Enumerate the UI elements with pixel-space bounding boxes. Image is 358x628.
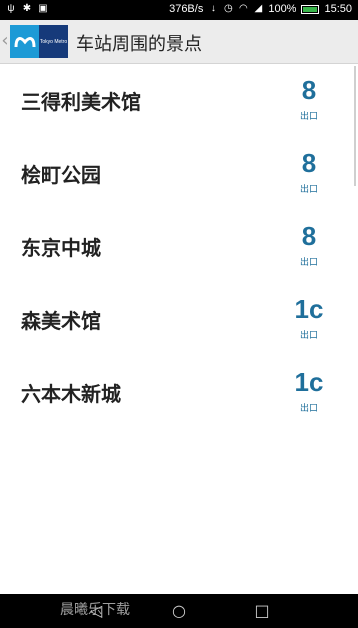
exit-number: 8 xyxy=(301,221,317,251)
metro-m-icon xyxy=(14,36,35,47)
exit-label: 出口 xyxy=(299,404,318,414)
attractions-list: 三得利美术馆 8 出口 桧町公园 8 出口 东京中城 8 出口 森美术馆 1c … xyxy=(0,64,358,429)
attraction-name: 桧町公园 xyxy=(21,163,101,187)
clock: 15:50 xyxy=(324,3,352,15)
exit-label: 出口 xyxy=(299,112,318,122)
attraction-name: 森美术馆 xyxy=(21,309,101,333)
watermark: 晨曦乐下载 xyxy=(60,602,130,618)
attraction-name: 六本木新城 xyxy=(21,382,121,406)
attraction-name: 三得利美术馆 xyxy=(21,90,141,114)
attraction-name: 东京中城 xyxy=(21,236,101,260)
status-system-icons: 376B/s ↓ ◷ ◠ ◢ 100% 15:50 xyxy=(169,3,352,15)
metro-logo-icon xyxy=(10,25,39,58)
download-icon: ↓ xyxy=(210,3,216,14)
image-icon: ▣ xyxy=(38,3,48,14)
alarm-icon: ◷ xyxy=(223,3,233,14)
recent-apps-icon[interactable]: □ xyxy=(242,598,282,624)
logo-text: Tokyo Metro xyxy=(39,25,68,58)
page-title: 车站周围的景点 xyxy=(76,34,202,55)
battery-icon xyxy=(301,4,320,14)
list-item[interactable]: 森美术馆 1c 出口 xyxy=(0,283,358,356)
wifi-icon: ◠ xyxy=(238,3,248,14)
app-bar: ‹ Tokyo Metro 车站周围的景点 xyxy=(0,20,358,64)
home-icon[interactable]: ○ xyxy=(159,598,199,624)
exit-label: 出口 xyxy=(299,331,318,341)
signal-icon: ◢ xyxy=(254,3,263,14)
list-item[interactable]: 六本木新城 1c 出口 xyxy=(0,356,358,429)
navigation-bar: ◁ ○ □ xyxy=(0,594,358,628)
exit-number: 1c xyxy=(294,367,324,397)
list-item[interactable]: 东京中城 8 出口 xyxy=(0,210,358,283)
battery-percent: 100% xyxy=(268,3,297,15)
back-chevron-icon[interactable]: ‹ xyxy=(0,30,10,52)
bug-icon: ✱ xyxy=(22,3,32,14)
list-item[interactable]: 桧町公园 8 出口 xyxy=(0,137,358,210)
app-logo[interactable]: Tokyo Metro xyxy=(10,25,68,58)
exit-number: 8 xyxy=(301,75,317,105)
usb-icon: ψ xyxy=(7,3,15,14)
list-item[interactable]: 三得利美术馆 8 出口 xyxy=(0,64,358,137)
exit-number: 8 xyxy=(301,148,317,178)
status-notification-icons: ψ ✱ ▣ xyxy=(6,3,48,15)
scrollbar[interactable] xyxy=(354,66,356,186)
exit-label: 出口 xyxy=(299,258,318,268)
exit-number: 1c xyxy=(294,294,324,324)
network-speed: 376B/s xyxy=(169,3,204,15)
exit-label: 出口 xyxy=(299,185,318,195)
status-bar: ψ ✱ ▣ 376B/s ↓ ◷ ◠ ◢ 100% 15:50 xyxy=(0,0,358,20)
